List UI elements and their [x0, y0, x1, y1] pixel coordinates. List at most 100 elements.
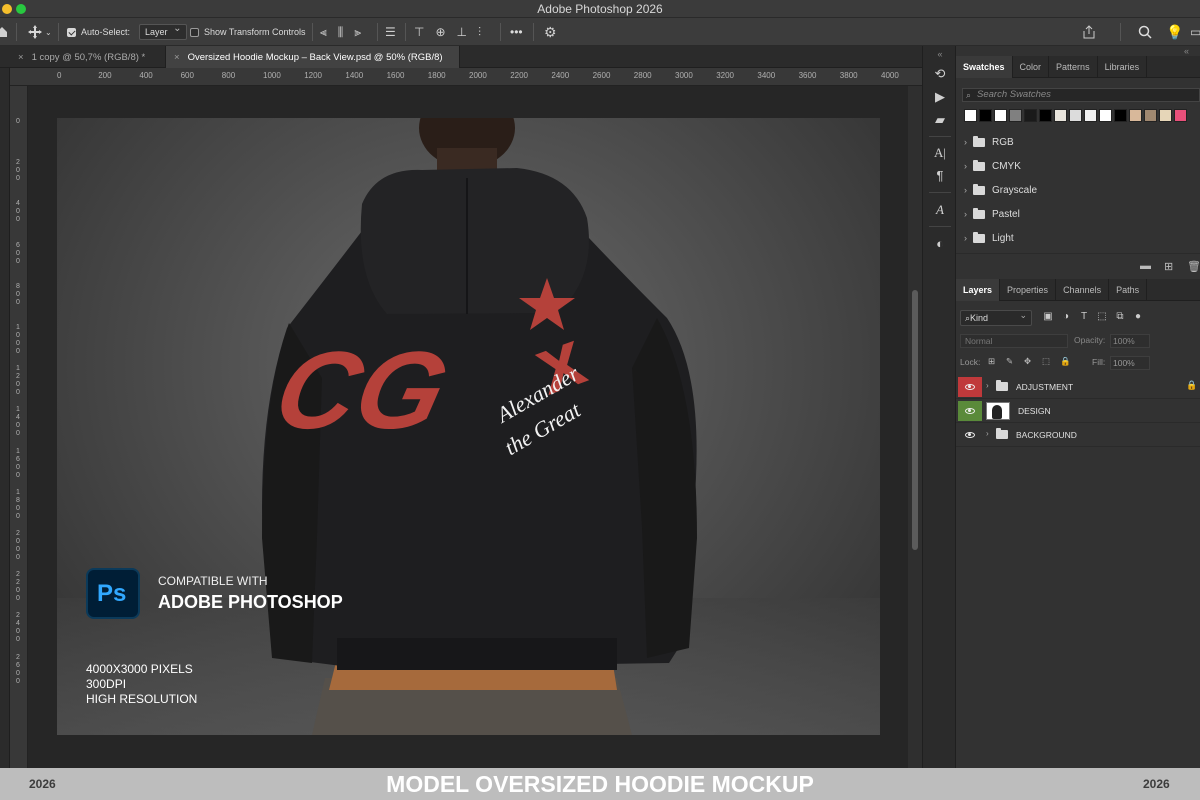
color-swatch[interactable] [1144, 109, 1157, 122]
swatches-footer: ▬ ⊞ 🗑 [956, 253, 1200, 277]
glyphs-panel-icon[interactable]: A [932, 202, 948, 218]
close-tab-icon[interactable]: × [174, 52, 180, 63]
align-right-icon[interactable]: ⫸ [354, 25, 361, 40]
home-icon[interactable] [0, 18, 8, 46]
color-swatch[interactable] [1129, 109, 1142, 122]
color-swatch[interactable] [1159, 109, 1172, 122]
fill-field[interactable]: 100% [1110, 356, 1150, 370]
filter-toggle-icon[interactable]: ● [1132, 311, 1144, 323]
collapse-dock-icon[interactable]: « [1184, 46, 1189, 56]
align-bottom-icon[interactable]: ⊥ [457, 25, 467, 39]
align-hcenter-icon[interactable]: ⫼ [338, 25, 344, 40]
color-swatch[interactable] [1174, 109, 1187, 122]
history-icon[interactable]: ⟲ [932, 66, 948, 82]
auto-select-label: Auto-Select: [81, 27, 131, 37]
color-swatch[interactable] [994, 109, 1007, 122]
tab-color[interactable]: Color [1013, 56, 1050, 78]
expand-chevron-icon[interactable]: › [986, 429, 989, 438]
tab-patterns[interactable]: Patterns [1049, 56, 1098, 78]
play-actions-icon[interactable]: ▶ [932, 89, 948, 105]
settings-gear-icon[interactable]: ⚙ [544, 18, 557, 46]
delete-swatch-icon[interactable]: 🗑 [1187, 260, 1200, 273]
layer-adjustment[interactable]: › ADJUSTMENT 🔒 [956, 375, 1200, 399]
distribute-icon[interactable]: ☰ [385, 18, 396, 46]
swatch-group-grayscale[interactable]: › Grayscale [964, 180, 1037, 200]
auto-select-checkbox[interactable]: Auto-Select: [67, 18, 130, 46]
tab-swatches[interactable]: Swatches [956, 56, 1013, 78]
toolbar-strip[interactable] [0, 68, 10, 768]
search-icon[interactable] [1138, 18, 1152, 46]
collapse-panels-icon[interactable]: « [932, 46, 948, 62]
color-swatch[interactable] [1039, 109, 1052, 122]
visibility-eye-icon[interactable] [958, 377, 982, 397]
auto-select-dropdown[interactable]: Layer [139, 23, 187, 40]
lock-transparent-icon[interactable]: ⊞ [988, 356, 995, 367]
search-swatches-input[interactable]: ⌕ Search Swatches [962, 88, 1200, 102]
filter-type-icon[interactable]: T [1078, 311, 1090, 323]
kind-filter-dropdown[interactable]: ⌕Kind [960, 308, 1032, 326]
tab-hoodie-mockup[interactable]: × Oversized Hoodie Mockup – Back View.ps… [166, 46, 460, 68]
workspace-icon[interactable]: ▭ [1190, 18, 1200, 46]
tab-libraries[interactable]: Libraries [1098, 56, 1148, 78]
filter-shape-icon[interactable]: ⬚ [1096, 311, 1108, 323]
character-panel-icon[interactable]: A| [932, 145, 948, 161]
color-swatch[interactable] [1009, 109, 1022, 122]
align-left-icon[interactable]: ⫷ [320, 25, 327, 40]
lock-all-icon[interactable]: 🔒 [1060, 356, 1071, 367]
lock-position-icon[interactable]: ✥ [1024, 356, 1031, 367]
new-group-folder-icon[interactable]: ▬ [1140, 260, 1151, 272]
tab-document-copy[interactable]: × 1 copy @ 50,7% (RGB/8) * [10, 46, 166, 68]
color-swatch[interactable] [1024, 109, 1037, 122]
swatch-group-cmyk[interactable]: › CMYK [964, 156, 1021, 176]
expand-chevron-icon[interactable]: › [986, 381, 989, 390]
swatch-group-rgb[interactable]: › RGB [964, 132, 1014, 152]
visibility-eye-icon[interactable] [958, 425, 982, 445]
adjustments-icon[interactable]: ◐ [932, 236, 948, 252]
align-top-icon[interactable]: ⊤ [414, 25, 424, 39]
horizontal-ruler[interactable]: 0 200 400 600 800 1000 1200 1400 1600 1800 2000 220… [10, 68, 922, 86]
tab-channels[interactable]: Channels [1056, 279, 1110, 301]
filter-adjustment-icon[interactable]: ◑ [1060, 311, 1072, 323]
filter-smart-object-icon[interactable]: ⧉ [1114, 311, 1126, 323]
document-canvas[interactable]: CG x Alexander the Great Ps COMPATIBLE W… [57, 118, 880, 735]
lock-artboard-icon[interactable]: ⬚ [1042, 356, 1050, 367]
color-swatch[interactable] [1099, 109, 1112, 122]
close-tab-icon[interactable]: × [18, 52, 24, 63]
distribute-vertical-icon[interactable]: ⫶ [478, 25, 481, 40]
color-swatch[interactable] [979, 109, 992, 122]
scrollbar-thumb[interactable] [912, 290, 918, 550]
color-swatch[interactable] [1054, 109, 1067, 122]
layer-background[interactable]: › BACKGROUND [956, 423, 1200, 447]
folder-icon [973, 207, 985, 219]
lock-label: Lock: [960, 357, 981, 367]
visibility-eye-icon[interactable] [958, 401, 982, 421]
tab-paths[interactable]: Paths [1109, 279, 1148, 301]
vertical-scrollbar[interactable] [908, 86, 922, 768]
ruler-tick-label: 0 [16, 118, 20, 125]
tab-properties[interactable]: Properties [1000, 279, 1057, 301]
lock-paint-icon[interactable]: ✎ [1006, 356, 1013, 367]
color-swatch[interactable] [1084, 109, 1097, 122]
vertical-ruler[interactable]: 0 200 400 600 800 1000 1200 1400 1600 1800 2000 220… [10, 86, 28, 768]
show-transform-checkbox[interactable]: Show Transform Controls [190, 18, 306, 46]
comments-icon[interactable]: ▰ [932, 112, 948, 128]
swatch-group-pastel[interactable]: › Pastel [964, 204, 1020, 224]
discover-lightbulb-icon[interactable]: 💡 [1166, 18, 1183, 46]
ruler-tick-label: 3000 [675, 71, 693, 80]
opacity-field[interactable]: 100% [1110, 334, 1150, 348]
move-tool-icon[interactable]: ⌄ [28, 18, 52, 46]
layer-design[interactable]: DESIGN [956, 399, 1200, 423]
more-options-button[interactable]: ••• [510, 18, 523, 46]
color-swatch[interactable] [1069, 109, 1082, 122]
filter-pixel-icon[interactable]: ▣ [1042, 311, 1054, 323]
align-vcenter-icon[interactable]: ⊕ [435, 25, 445, 39]
share-icon[interactable] [1082, 18, 1096, 46]
color-swatch[interactable] [1114, 109, 1127, 122]
ruler-tick-label: 400 [16, 200, 20, 224]
paragraph-panel-icon[interactable]: ¶ [932, 168, 948, 184]
new-swatch-icon[interactable]: ⊞ [1164, 260, 1173, 273]
swatch-group-light[interactable]: › Light [964, 228, 1014, 248]
tab-layers[interactable]: Layers [956, 279, 1001, 301]
color-swatch[interactable] [964, 109, 977, 122]
blend-mode-dropdown[interactable]: Normal [960, 334, 1068, 348]
